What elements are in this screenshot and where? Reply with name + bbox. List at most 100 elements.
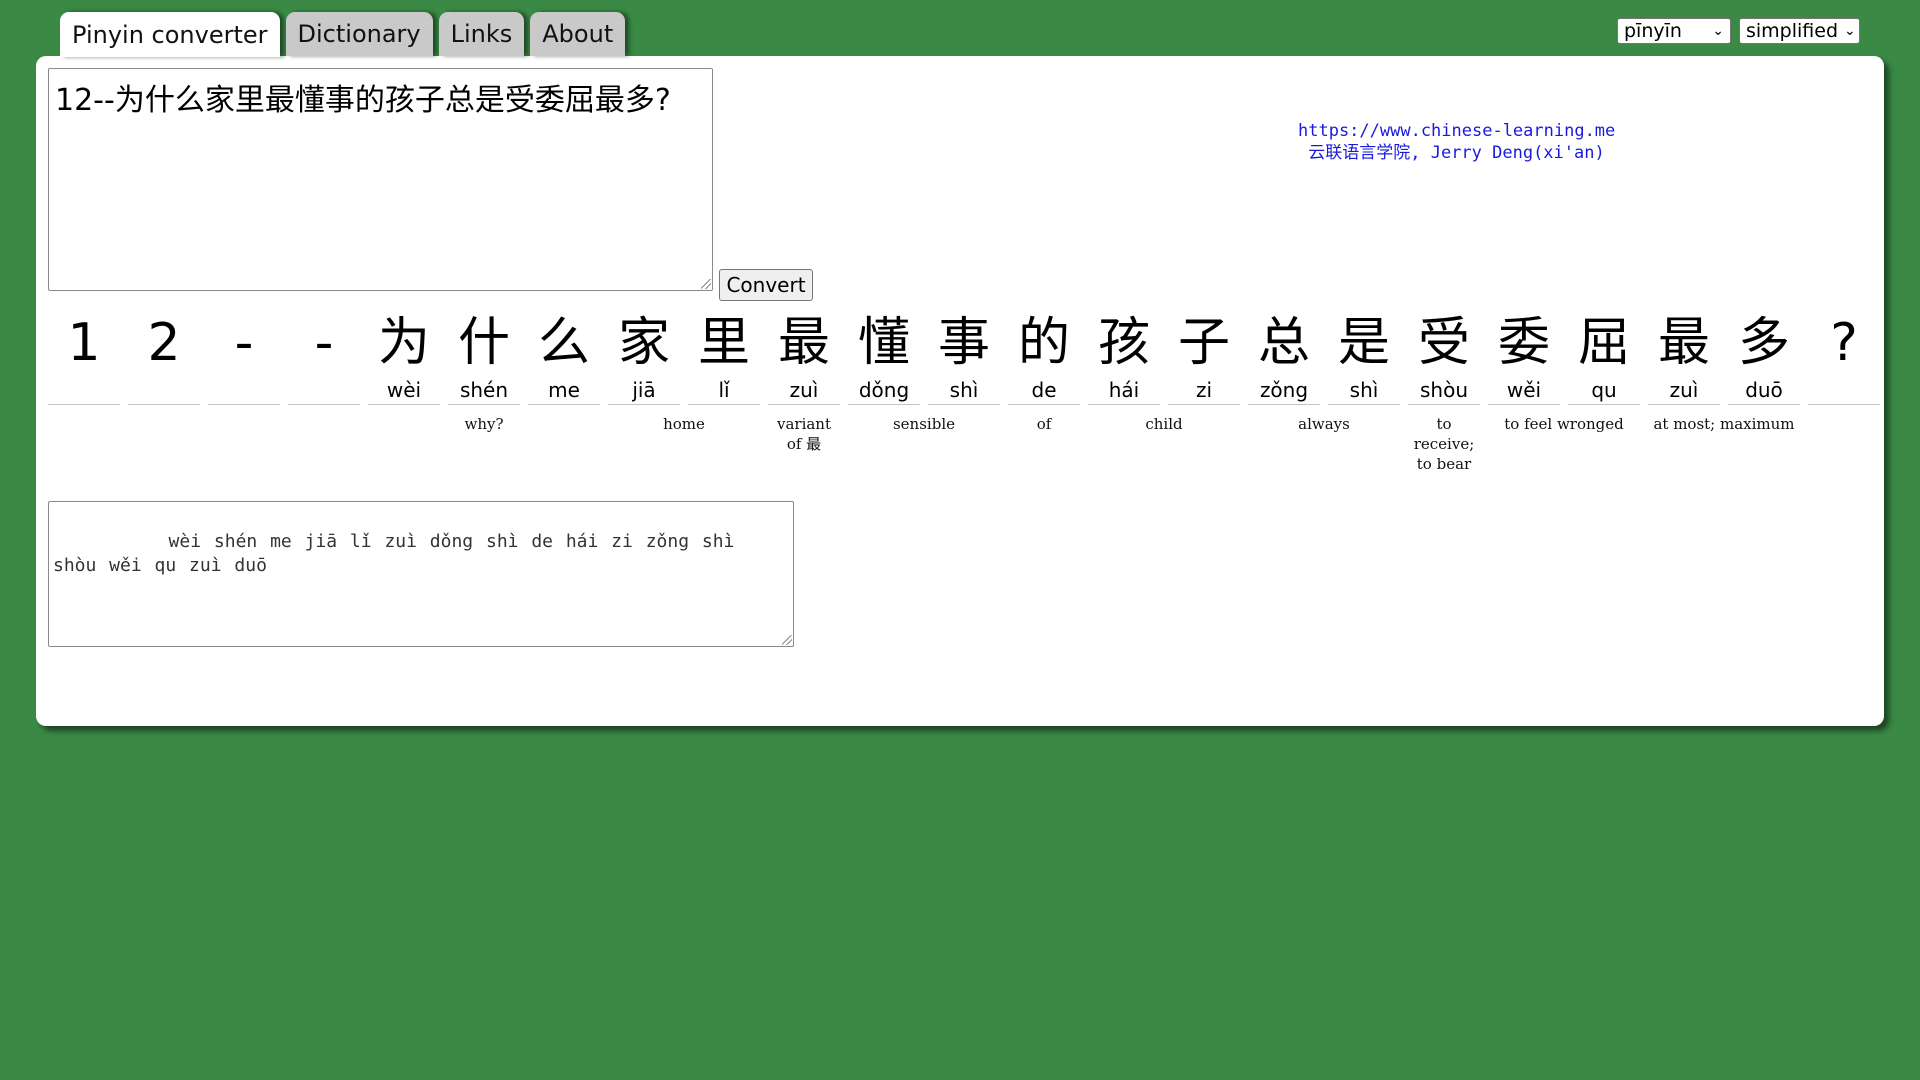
character-cell[interactable]: 什 shén [448, 314, 520, 405]
hanzi: ? [1830, 313, 1858, 373]
cell-underline [448, 404, 520, 405]
hanzi: 的 [1017, 313, 1070, 373]
hanzi: 受 [1417, 313, 1470, 373]
hanzi: 孩 [1097, 313, 1150, 373]
cell-underline [128, 404, 200, 405]
character-cell[interactable]: 多 duō [1728, 314, 1800, 405]
character-cell[interactable]: 最 zuì [768, 314, 840, 405]
hanzi: 是 [1337, 313, 1390, 373]
hanzi: 委 [1497, 313, 1550, 373]
cell-underline [768, 404, 840, 405]
gloss: to receive; to bear [1413, 415, 1475, 473]
resize-grip-icon[interactable] [701, 279, 711, 289]
cell-underline [1808, 404, 1880, 405]
cell-underline [48, 404, 120, 405]
cell-underline [1408, 404, 1480, 405]
cell-underline [1088, 404, 1160, 405]
convert-button[interactable]: Convert [719, 269, 813, 301]
hanzi: 么 [537, 313, 590, 373]
character-cell[interactable]: 么 me [528, 314, 600, 405]
credit-block: https://www.chinese-learning.me 云联语言学院, … [1298, 120, 1615, 164]
cell-underline [1728, 404, 1800, 405]
character-cell[interactable]: 受 shòu [1408, 314, 1480, 405]
tab-pinyin-converter[interactable]: Pinyin converter [60, 12, 280, 57]
hanzi: 事 [937, 313, 990, 373]
character-cell[interactable]: 孩 hái [1088, 314, 1160, 405]
gloss: why? [464, 415, 504, 433]
pinyin: shòu [1419, 378, 1468, 402]
cell-underline [1328, 404, 1400, 405]
credit-link[interactable]: https://www.chinese-learning.me [1298, 121, 1615, 141]
hanzi: 家 [617, 313, 670, 373]
character-cell[interactable]: 懂 dǒng [848, 314, 920, 405]
character-row: 1 2- - 为 wèi 什 shén 么 me 家 jiā 里 lǐ 最 zuì 懂 dǒng 事 shì 的 de 孩… [48, 314, 1880, 405]
cell-underline [528, 404, 600, 405]
character-cell[interactable]: 是 shì [1328, 314, 1400, 405]
pinyin: zuì [789, 378, 819, 402]
pinyin: qu [1591, 378, 1617, 402]
cell-underline [288, 404, 360, 405]
pinyin: duō [1745, 378, 1783, 402]
pinyin: shén [459, 378, 509, 402]
character-cell[interactable]: 2 [128, 314, 200, 405]
pinyin: zǒng [1259, 378, 1309, 402]
gloss: child [1145, 415, 1183, 433]
hanzi: 什 [457, 313, 510, 373]
pinyin: zuì [1669, 378, 1699, 402]
cell-underline [1248, 404, 1320, 405]
hanzi: 最 [1657, 313, 1710, 373]
tab-bar: Pinyin converter Dictionary Links About [60, 12, 626, 57]
character-cell[interactable]: - [208, 314, 280, 405]
script-select[interactable]: simplified ⌄ [1739, 18, 1860, 44]
romanization-select[interactable]: pīnyīn ⌄ [1617, 18, 1731, 44]
character-cell[interactable]: 里 lǐ [688, 314, 760, 405]
hanzi: 子 [1177, 313, 1230, 373]
character-cell[interactable]: 委 wěi [1488, 314, 1560, 405]
hanzi: - [234, 313, 254, 373]
settings-selects: pīnyīn ⌄ simplified ⌄ [1617, 18, 1860, 44]
character-cell[interactable]: 屈 qu [1568, 314, 1640, 405]
pinyin: me [548, 378, 580, 402]
chevron-down-icon: ⌄ [1844, 23, 1856, 39]
cell-underline [1008, 404, 1080, 405]
gloss: home [663, 415, 705, 433]
converter-panel: 12--为什么家里最懂事的孩子总是受委屈最多? Convert https://… [36, 56, 1884, 726]
gloss: sensible [892, 415, 955, 433]
hanzi: 多 [1737, 313, 1790, 373]
pinyin: zi [1195, 378, 1213, 402]
hanzi: 里 [697, 313, 750, 373]
cell-underline [1168, 404, 1240, 405]
character-cell[interactable]: 1 [48, 314, 120, 405]
hanzi: 总 [1257, 313, 1310, 373]
cell-underline [928, 404, 1000, 405]
cell-underline [1488, 404, 1560, 405]
gloss: always [1298, 415, 1350, 433]
character-cell[interactable]: 事 shì [928, 314, 1000, 405]
pinyin: wèi [386, 378, 422, 402]
chinese-input-value: 12--为什么家里最懂事的孩子总是受委屈最多? [55, 83, 671, 118]
character-cell[interactable]: 总 zǒng [1248, 314, 1320, 405]
tab-dictionary[interactable]: Dictionary [285, 12, 433, 56]
tab-about[interactable]: About [530, 12, 626, 56]
cell-underline [688, 404, 760, 405]
tab-links[interactable]: Links [438, 12, 525, 56]
resize-grip-icon[interactable] [782, 635, 792, 645]
character-cell[interactable]: 的 de [1008, 314, 1080, 405]
pinyin: hái [1108, 378, 1140, 402]
cell-underline [608, 404, 680, 405]
gloss: to feel wronged [1504, 415, 1624, 433]
hanzi: 最 [777, 313, 830, 373]
character-cell[interactable]: 最 zuì [1648, 314, 1720, 405]
cell-underline [1648, 404, 1720, 405]
chevron-down-icon: ⌄ [1712, 23, 1724, 39]
cell-underline [1568, 404, 1640, 405]
chinese-input[interactable]: 12--为什么家里最懂事的孩子总是受委屈最多? [48, 68, 713, 291]
pinyin: lǐ [718, 378, 730, 402]
character-cell[interactable]: - [288, 314, 360, 405]
character-cell[interactable]: ? [1808, 314, 1880, 405]
character-cell[interactable]: 家 jiā [608, 314, 680, 405]
gloss: at most; maximum [1653, 415, 1795, 433]
character-cell[interactable]: 子 zi [1168, 314, 1240, 405]
character-cell[interactable]: 为 wèi [368, 314, 440, 405]
pinyin-output[interactable]: wèi shén me jiā lǐ zuì dǒng shì de hái z… [48, 501, 794, 647]
